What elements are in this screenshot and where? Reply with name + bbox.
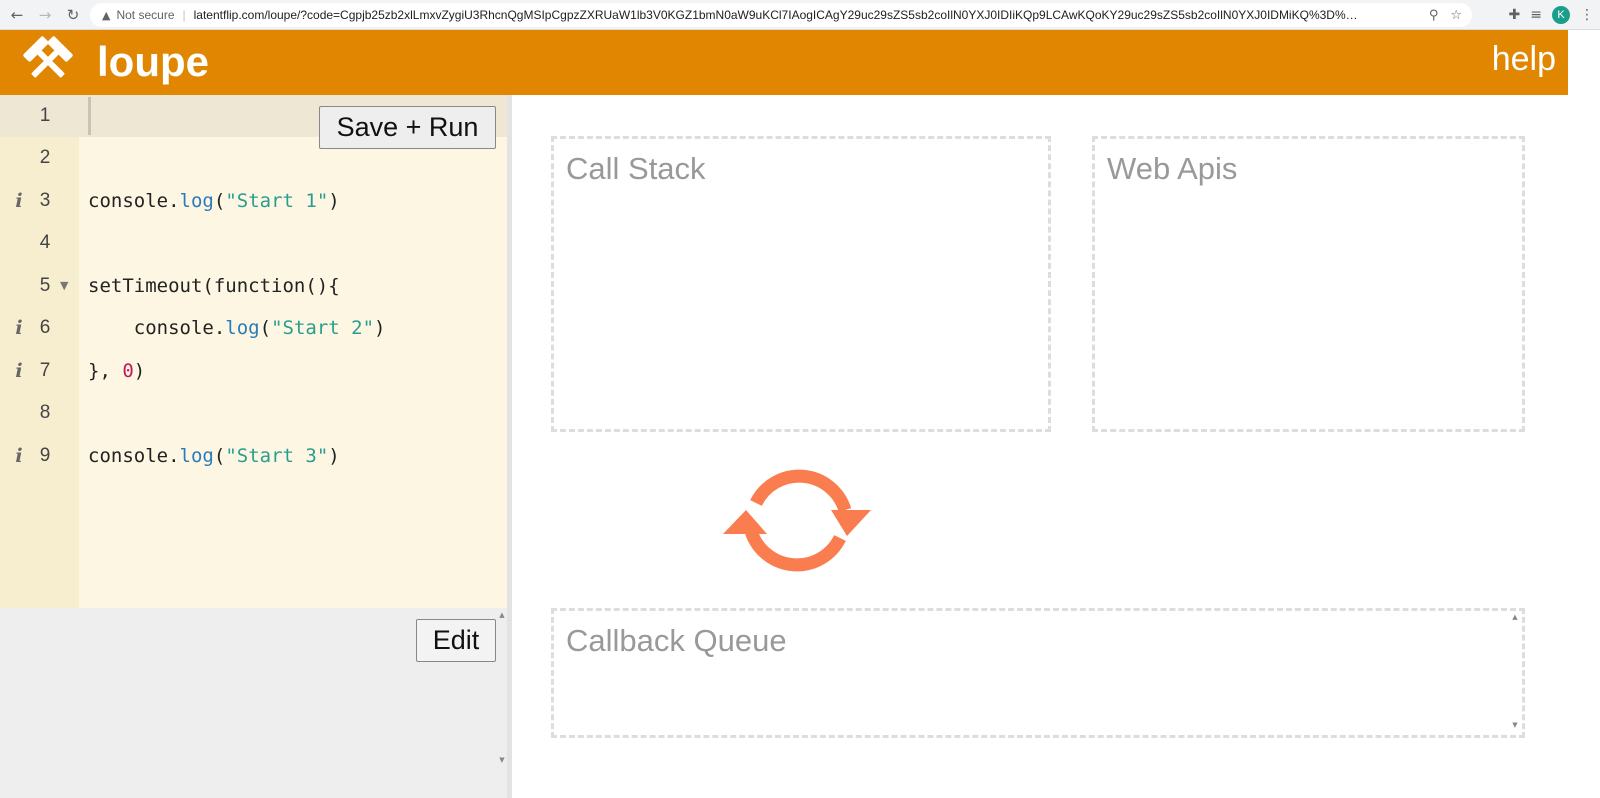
line-number: 1 [39, 105, 51, 126]
line-number: 5 [39, 275, 51, 296]
line-number: 2 [39, 147, 51, 168]
web-apis-title: Web Apis [1107, 151, 1238, 186]
omnibox-separator: | [182, 8, 186, 22]
code-line-3[interactable]: i 3 console.log("Start 1") [0, 180, 507, 222]
fold-triangle-icon[interactable]: ▼ [60, 265, 68, 307]
extensions-puzzle-icon[interactable]: ✚ [1509, 7, 1521, 23]
callback-queue-title: Callback Queue [566, 623, 787, 658]
code-text: console.log("Start 3") [88, 445, 340, 467]
info-icon[interactable]: i [12, 180, 26, 222]
scroll-up-icon[interactable]: ▲ [497, 611, 507, 619]
info-icon[interactable]: i [12, 350, 26, 392]
console-panel: Edit ▲ ▼ [0, 608, 507, 798]
forward-arrow-icon[interactable]: → [34, 4, 56, 26]
bookmark-star-icon[interactable]: ☆ [1450, 8, 1462, 23]
back-arrow-icon[interactable]: ← [6, 4, 28, 26]
edit-button[interactable]: Edit [416, 619, 496, 662]
panel-divider[interactable] [507, 95, 512, 798]
line-number: 7 [39, 360, 51, 381]
zoom-icon[interactable]: ⚲ [1429, 8, 1439, 23]
profile-avatar[interactable]: K [1552, 6, 1570, 24]
code-line-7[interactable]: i 7 }, 0) [0, 350, 507, 392]
call-stack-title: Call Stack [566, 151, 706, 186]
line-number: 8 [39, 402, 51, 423]
call-stack-pane: Call Stack [551, 136, 1051, 432]
reading-list-icon[interactable]: ≡ [1530, 7, 1542, 23]
scrollbar[interactable]: ▲ ▼ [497, 608, 507, 798]
page-edge [1568, 30, 1600, 798]
code-line-8[interactable]: 8 [0, 392, 507, 434]
code-text: console.log("Start 1") [88, 190, 340, 212]
line-number: 6 [39, 317, 51, 338]
app-title: loupe [97, 38, 209, 85]
code-text: }, 0) [88, 360, 146, 382]
kebab-menu-icon[interactable]: ⋮ [1580, 7, 1594, 23]
url-text[interactable]: latentflip.com/loupe/?code=Cgpjb25zb2xlL… [194, 8, 1364, 22]
code-editor[interactable]: 1 2 i 3 console.log("Start 1") 4 5 ▼ set… [0, 95, 507, 608]
line-number: 3 [39, 190, 51, 211]
code-line-6[interactable]: i 6 console.log("Start 2") [0, 307, 507, 349]
address-bar[interactable]: ▲ Not secure | latentflip.com/loupe/?cod… [90, 3, 1472, 27]
refresh-cycle-icon [723, 469, 871, 572]
scroll-down-icon[interactable]: ▼ [1510, 721, 1520, 729]
scroll-down-icon[interactable]: ▼ [497, 756, 507, 764]
info-icon[interactable]: i [12, 435, 26, 477]
callback-queue-pane: Callback Queue ▲ ▼ [551, 608, 1525, 738]
web-apis-pane: Web Apis [1092, 136, 1525, 432]
app-header: loupe help [0, 30, 1568, 95]
help-link[interactable]: help [1492, 40, 1556, 79]
scrollbar[interactable]: ▲ ▼ [1510, 613, 1520, 733]
reload-icon[interactable]: ↻ [62, 4, 84, 26]
hammers-icon [23, 36, 73, 78]
code-text: console.log("Start 2") [133, 317, 386, 339]
code-line-4[interactable]: 4 [0, 222, 507, 264]
code-line-5[interactable]: 5 ▼ setTimeout(function(){ [0, 265, 507, 307]
scroll-up-icon[interactable]: ▲ [1510, 613, 1520, 621]
line-number: 9 [39, 445, 51, 466]
info-icon[interactable]: i [12, 307, 26, 349]
line-number: 4 [39, 232, 51, 253]
warning-icon: ▲ [102, 8, 111, 22]
code-line-9[interactable]: i 9 console.log("Start 3") [0, 435, 507, 477]
browser-toolbar: ← → ↻ ▲ Not secure | latentflip.com/loup… [0, 0, 1600, 30]
save-run-button[interactable]: Save + Run [319, 106, 496, 149]
code-text: setTimeout(function(){ [88, 275, 340, 297]
security-label: Not secure [116, 8, 175, 22]
